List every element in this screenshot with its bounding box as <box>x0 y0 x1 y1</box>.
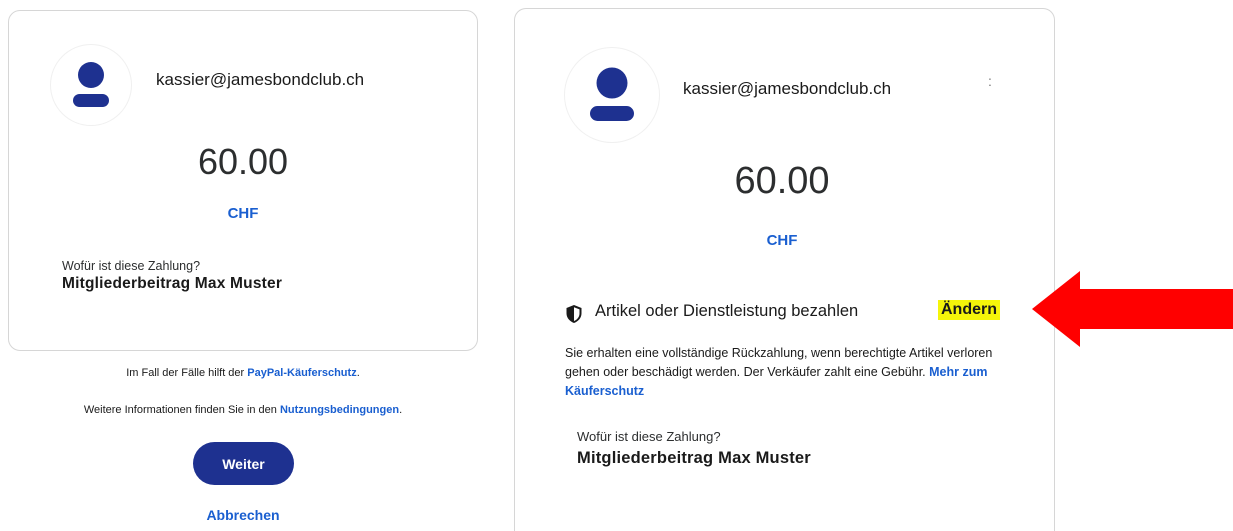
payment-purpose-label: Wofür ist diese Zahlung? <box>62 259 201 273</box>
buyer-protection-title: Artikel oder Dienstleistung bezahlen <box>595 302 859 320</box>
buyer-protection-row: Artikel oder Dienstleistung bezahlen Änd… <box>565 300 1025 324</box>
red-arrow-annotation <box>1032 271 1233 347</box>
payment-purpose-value-right: Mitgliederbeitrag Max Muster <box>577 449 811 467</box>
buyer-protection-description: Sie erhalten eine vollständige Rückzahlu… <box>565 346 993 398</box>
recipient-avatar <box>51 45 131 125</box>
recipient-email: kassier@jamesbondclub.ch <box>156 70 365 89</box>
currency-label: CHF <box>227 205 259 222</box>
shield-icon <box>566 305 582 323</box>
overflow-mark: : <box>988 73 992 89</box>
payment-purpose-value: Mitgliederbeitrag Max Muster <box>62 275 283 292</box>
recipient-email-right: kassier@jamesbondclub.ch <box>683 79 892 98</box>
payment-amount: 60.00 <box>197 141 289 182</box>
currency-label-right: CHF <box>766 232 798 249</box>
continue-button[interactable]: Weiter <box>193 442 294 485</box>
recipient-avatar-right <box>565 48 659 142</box>
terms-note: Weitere Informationen finden Sie in den … <box>83 404 403 416</box>
terms-link[interactable]: Nutzungsbedingungen <box>280 404 399 416</box>
cancel-link[interactable]: Abbrechen <box>188 507 298 523</box>
payment-amount-right: 60.00 <box>734 160 830 202</box>
person-avatar-icon <box>590 67 634 121</box>
person-avatar-icon <box>73 62 109 107</box>
change-protection-link[interactable]: Ändern <box>938 300 1000 320</box>
buyer-protection-link[interactable]: PayPal-Käuferschutz <box>247 367 356 379</box>
payment-purpose-label-right: Wofür ist diese Zahlung? <box>577 429 721 444</box>
buyer-protection-note: Im Fall der Fälle hilft der PayPal-Käufe… <box>126 367 360 379</box>
